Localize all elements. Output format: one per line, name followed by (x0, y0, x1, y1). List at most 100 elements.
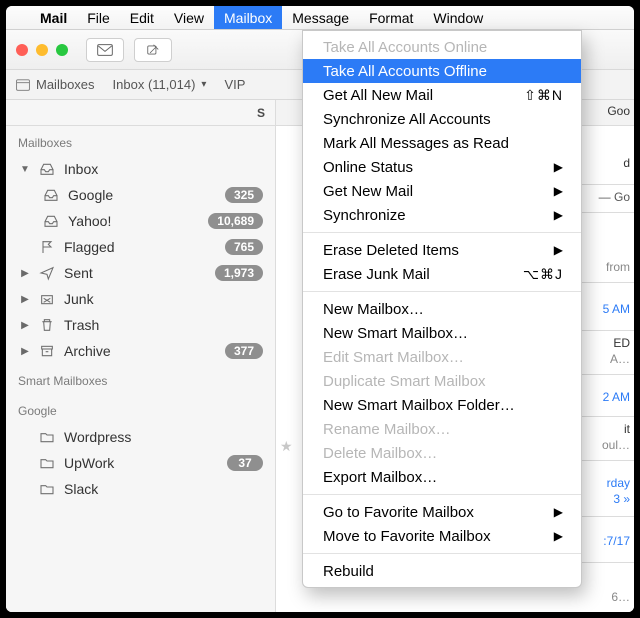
sidebar-item-trash[interactable]: ▶ Trash (6, 312, 275, 338)
menu-item-label: Get All New Mail (323, 87, 433, 104)
junk-icon (38, 291, 56, 307)
list-fragment: ED (588, 336, 634, 350)
list-divider (578, 330, 634, 331)
menu-item[interactable]: Export Mailbox… (303, 465, 581, 489)
sidebar-item-flagged[interactable]: ▶ Flagged 765 (6, 234, 275, 260)
list-fragment: 2 AM (588, 390, 634, 404)
list-fragment: d (588, 156, 634, 170)
folder-icon (38, 455, 56, 471)
section-mailboxes: Mailboxes (6, 126, 275, 156)
sidebar-item-wordpress[interactable]: ▶ Wordpress (6, 424, 275, 450)
sidebar-item-sent[interactable]: ▶ Sent 1,973 (6, 260, 275, 286)
menu-item[interactable]: New Smart Mailbox Folder… (303, 393, 581, 417)
menu-item[interactable]: New Smart Mailbox… (303, 321, 581, 345)
menu-item-label: Move to Favorite Mailbox (323, 528, 491, 545)
unread-badge: 10,689 (208, 213, 263, 229)
menu-item-label: Edit Smart Mailbox… (323, 349, 464, 366)
menu-item[interactable]: Go to Favorite Mailbox▶ (303, 500, 581, 524)
menu-item-label: Take All Accounts Offline (323, 63, 487, 80)
menu-item[interactable]: Rebuild (303, 559, 581, 583)
menu-item-label: New Smart Mailbox… (323, 325, 468, 342)
menu-separator (303, 232, 581, 233)
unread-badge: 37 (227, 455, 263, 471)
inbox-icon (42, 213, 60, 229)
unread-badge: 765 (225, 239, 263, 255)
disclosure-triangle-icon[interactable]: ▼ (20, 164, 30, 175)
menu-item-label: Erase Junk Mail (323, 266, 430, 283)
menu-item-label: Online Status (323, 159, 413, 176)
disclosure-triangle-icon[interactable]: ▶ (20, 268, 30, 279)
menu-item-label: Erase Deleted Items (323, 242, 459, 259)
menu-item-label: Go to Favorite Mailbox (323, 504, 474, 521)
menu-item[interactable]: Get New Mail▶ (303, 179, 581, 203)
menu-item[interactable]: Take All Accounts Offline (303, 59, 581, 83)
sent-icon (38, 265, 56, 281)
sidebar-item-yahoo[interactable]: Yahoo! 10,689 (6, 208, 275, 234)
menu-item-label: New Mailbox… (323, 301, 424, 318)
menu-message[interactable]: Message (282, 6, 359, 29)
menu-app[interactable]: Mail (30, 6, 77, 29)
vip-star-icon[interactable]: ★ (280, 438, 293, 455)
favorites-vips-label: VIP (224, 77, 245, 92)
sort-label: S (257, 106, 265, 120)
compose-button[interactable] (134, 38, 172, 62)
list-fragment: from (588, 260, 634, 274)
menu-item[interactable]: Mark All Messages as Read (303, 131, 581, 155)
sidebar-item-label: Flagged (64, 239, 115, 255)
submenu-arrow-icon: ▶ (554, 529, 563, 543)
list-fragment: it (588, 422, 634, 436)
menu-mailbox[interactable]: Mailbox (214, 6, 282, 29)
menu-item-label: New Smart Mailbox Folder… (323, 397, 515, 414)
menu-item[interactable]: Online Status▶ (303, 155, 581, 179)
sidebar-item-label: Sent (64, 265, 93, 281)
sidebar-item-slack[interactable]: ▶ Slack (6, 476, 275, 502)
list-fragment: Goo (588, 104, 634, 118)
get-mail-button[interactable] (86, 38, 124, 62)
minimize-window-button[interactable] (36, 44, 48, 56)
menu-shortcut: ⇧⌘N (524, 87, 563, 104)
menu-item[interactable]: Move to Favorite Mailbox ▶ (303, 524, 581, 548)
sidebar-item-label: Google (68, 187, 113, 203)
menu-format[interactable]: Format (359, 6, 423, 29)
favorites-vips[interactable]: VIP (224, 77, 245, 92)
menu-item: Edit Smart Mailbox… (303, 345, 581, 369)
list-fragment: 3 » (588, 492, 634, 506)
favorites-mailboxes[interactable]: Mailboxes (16, 77, 95, 92)
sidebar-item-junk[interactable]: ▶ Junk (6, 286, 275, 312)
menu-item[interactable]: Synchronize All Accounts (303, 107, 581, 131)
close-window-button[interactable] (16, 44, 28, 56)
list-divider (578, 212, 634, 213)
menu-edit[interactable]: Edit (120, 6, 164, 29)
menu-item-label: Export Mailbox… (323, 469, 437, 486)
inbox-icon (38, 161, 56, 177)
list-divider (578, 460, 634, 461)
menu-item[interactable]: Erase Deleted Items ▶ (303, 238, 581, 262)
favorites-inbox[interactable]: Inbox (11,014) ▾ (113, 77, 207, 92)
list-fragment: — Go (588, 190, 634, 204)
submenu-arrow-icon: ▶ (554, 243, 563, 257)
menu-view[interactable]: View (164, 6, 214, 29)
sidebar-item-inbox[interactable]: ▼ Inbox (6, 156, 275, 182)
menu-item-label: Mark All Messages as Read (323, 135, 509, 152)
menu-window[interactable]: Window (423, 6, 493, 29)
menu-item[interactable]: New Mailbox… (303, 297, 581, 321)
menu-item-label: Rebuild (323, 563, 374, 580)
disclosure-triangle-icon[interactable]: ▶ (20, 320, 30, 331)
sidebar-item-google[interactable]: Google 325 (6, 182, 275, 208)
sidebar-item-label: Archive (64, 343, 111, 359)
disclosure-triangle-icon[interactable]: ▶ (20, 294, 30, 305)
zoom-window-button[interactable] (56, 44, 68, 56)
list-fragment: rday (588, 476, 634, 490)
sidebar-sort-header[interactable]: S (6, 100, 275, 126)
menu-item[interactable]: Get All New Mail ⇧⌘N (303, 83, 581, 107)
disclosure-triangle-icon[interactable]: ▶ (20, 346, 30, 357)
menu-separator (303, 553, 581, 554)
inbox-icon (42, 187, 60, 203)
list-divider (578, 184, 634, 185)
menu-item-label: Synchronize (323, 207, 406, 224)
menu-file[interactable]: File (77, 6, 120, 29)
menu-item[interactable]: Synchronize▶ (303, 203, 581, 227)
sidebar-item-archive[interactable]: ▶ Archive 377 (6, 338, 275, 364)
menu-item[interactable]: Erase Junk Mail⌥⌘J (303, 262, 581, 286)
sidebar-item-upwork[interactable]: ▶ UpWork 37 (6, 450, 275, 476)
